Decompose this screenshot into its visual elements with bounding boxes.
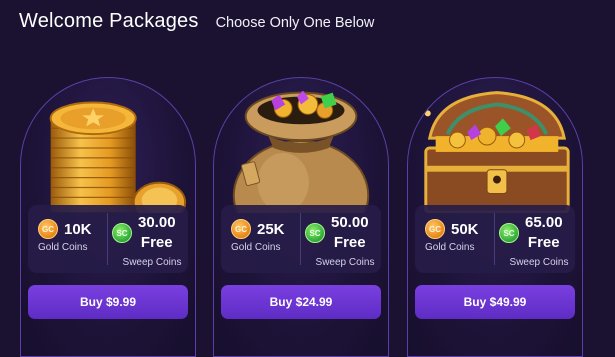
package-card-1: GC 10K Gold Coins SC 30.00 Free Sweep Co… [20,77,196,357]
sweep-free-label: Free [140,234,173,251]
gold-label: Gold Coins [425,242,475,253]
gold-amount: 50K [451,220,479,238]
sweep-label: Sweep Coins [509,257,569,268]
sweep-label: Sweep Coins [315,257,375,268]
sweep-free-label: Free [527,234,560,251]
package-details-1: GC 10K Gold Coins SC 30.00 Free Sweep Co… [28,205,188,273]
package-details-3: GC 50K Gold Coins SC 65.00 Free Sweep Co… [415,205,575,273]
gold-coin-icon: GC [231,219,251,239]
page-title: Welcome Packages [19,10,199,32]
gold-amount: 25K [257,220,285,238]
sweep-coin-icon: SC [305,223,325,243]
panel-divider [494,213,495,265]
panel-divider [107,213,108,265]
gold-label: Gold Coins [231,242,281,253]
package-details-2: GC 25K Gold Coins SC 50.00 Free Sweep Co… [221,205,381,273]
package-card-3: GC 50K Gold Coins SC 65.00 Free Sweep Co… [407,77,583,357]
sweep-amount: 30.00 [138,214,176,231]
buy-button-3[interactable]: Buy $49.99 [415,285,575,319]
sweep-coin-icon: SC [499,223,519,243]
gold-coin-icon: GC [425,219,445,239]
sweep-amount: 50.00 [331,214,369,231]
panel-divider [300,213,301,265]
sweep-coin-icon: SC [112,223,132,243]
package-card-2: GC 25K Gold Coins SC 50.00 Free Sweep Co… [213,77,389,357]
header: Welcome Packages Choose Only One Below [19,10,374,33]
gold-amount: 10K [64,220,92,238]
gold-coin-icon: GC [38,219,58,239]
treasure-sack-icon [232,90,370,213]
gold-coin-stack-icon [49,101,187,213]
sweep-amount: 65.00 [525,214,563,231]
treasure-chest-icon [424,91,570,213]
buy-button-2[interactable]: Buy $24.99 [221,285,381,319]
page-subtitle: Choose Only One Below [215,15,375,31]
buy-button-1[interactable]: Buy $9.99 [28,285,188,319]
sweep-label: Sweep Coins [122,257,182,268]
sweep-free-label: Free [333,234,366,251]
gold-label: Gold Coins [38,242,88,253]
